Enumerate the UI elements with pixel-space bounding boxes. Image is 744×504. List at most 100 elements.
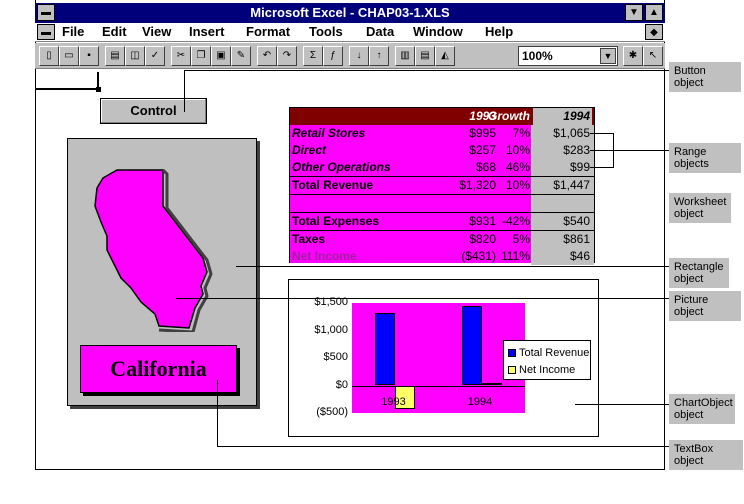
table-header-row: 1993 Growth 1994 <box>290 108 594 125</box>
table-row[interactable]: Direct $257 10% $283 <box>290 142 594 159</box>
fill-handle[interactable] <box>96 87 101 92</box>
callout-line <box>236 266 669 267</box>
callout-line <box>590 133 614 134</box>
table-row[interactable]: Total Revenue $1,320 10% $1,447 <box>290 177 594 194</box>
copy-icon[interactable]: ❐ <box>191 46 211 66</box>
callout-worksheet-object: Worksheet object <box>669 193 731 223</box>
zoom-dropdown-icon[interactable]: ▼ <box>600 48 616 64</box>
cell-growth: 10% <box>505 178 530 192</box>
menu-format[interactable]: Format <box>246 24 290 39</box>
menu-edit[interactable]: Edit <box>102 24 127 39</box>
restore-icon[interactable]: ◆ <box>645 24 663 40</box>
cell-1993: $257 <box>469 143 496 157</box>
print-preview-icon[interactable]: ◫ <box>125 46 145 66</box>
row-label: Total Expenses <box>292 214 380 228</box>
row-label: Net Income <box>292 249 357 263</box>
print-icon[interactable]: ▤ <box>105 46 125 66</box>
callout-line <box>217 446 669 447</box>
minimize-icon[interactable]: ▼ <box>625 4 643 21</box>
callout-line <box>590 150 614 151</box>
open-icon[interactable]: ▭ <box>59 46 79 66</box>
callout-chartobject-object: ChartObject object <box>669 394 735 424</box>
legend-label: Net Income <box>519 364 576 376</box>
drawing-icon[interactable]: ◭ <box>435 46 455 66</box>
cut-icon[interactable]: ✂ <box>171 46 191 66</box>
cell-1993: $995 <box>469 126 496 140</box>
sort-ascending-icon[interactable]: ↓ <box>349 46 369 66</box>
callout-button-object: Button object <box>669 62 741 92</box>
callout-line <box>184 70 185 112</box>
function-wizard-icon[interactable]: ƒ <box>323 46 343 66</box>
plot-area <box>352 303 525 413</box>
zero-line <box>352 385 525 387</box>
bar-total-revenue-1994 <box>461 305 482 386</box>
undo-icon[interactable]: ↶ <box>257 46 277 66</box>
new-icon[interactable]: ▯ <box>39 46 59 66</box>
spelling-icon[interactable]: ✓ <box>145 46 165 66</box>
save-icon[interactable]: ▪ <box>79 46 99 66</box>
menu-file[interactable]: File <box>62 24 84 39</box>
chart-object[interactable]: Total Revenue Net Income $1,500 $1,000 $50… <box>288 279 599 437</box>
help-pointer-icon[interactable]: ↖ <box>643 46 663 66</box>
callout-picture-object: Picture object <box>669 291 741 321</box>
cell-1993: $820 <box>469 232 496 246</box>
menu-help[interactable]: Help <box>485 24 513 39</box>
menu-window[interactable]: Window <box>413 24 463 39</box>
menu-tools[interactable]: Tools <box>309 24 343 39</box>
california-textbox[interactable]: California <box>80 345 237 393</box>
row-label: Taxes <box>292 232 326 246</box>
cell-1993: $931 <box>469 214 496 228</box>
table-row[interactable] <box>290 195 594 212</box>
control-button[interactable]: Control <box>100 98 207 124</box>
cell-1994: $283 <box>563 143 590 157</box>
table-row[interactable]: Retail Stores $995 7% $1,065 <box>290 125 594 142</box>
chart-wizard-icon[interactable]: ▥ <box>395 46 415 66</box>
legend-item: Net Income <box>508 364 575 376</box>
callout-line <box>217 380 218 446</box>
y-tick-label: $1,000 <box>314 323 348 336</box>
callout-line <box>575 404 669 405</box>
bar-total-revenue-1993 <box>375 312 396 386</box>
legend-item: Total Revenue <box>508 347 589 359</box>
tipwizard-icon[interactable]: ✱ <box>623 46 643 66</box>
menu-insert[interactable]: Insert <box>189 24 224 39</box>
format-painter-icon[interactable]: ✎ <box>231 46 251 66</box>
california-picture[interactable] <box>85 162 215 332</box>
x-tick-label: 1994 <box>467 395 493 408</box>
callout-line <box>613 150 669 151</box>
cell-1993: $68 <box>475 160 496 174</box>
redo-icon[interactable]: ↷ <box>277 46 297 66</box>
title-bar[interactable]: ▬ Microsoft Excel - CHAP03-1.XLS ▼ ▲ <box>35 3 665 23</box>
menu-data[interactable]: Data <box>366 24 394 39</box>
paste-icon[interactable]: ▣ <box>211 46 231 66</box>
cell-1993: $1,320 <box>459 178 496 192</box>
cell-growth: 7% <box>512 126 530 140</box>
autosum-icon[interactable]: Σ <box>303 46 323 66</box>
row-label: Retail Stores <box>292 126 366 140</box>
cell-1994: $861 <box>563 232 590 246</box>
row-label: Other Operations <box>292 160 391 174</box>
sort-descending-icon[interactable]: ↑ <box>369 46 389 66</box>
legend-label: Total Revenue <box>519 347 590 359</box>
table-row[interactable]: Net Income ($431) 111% $46 <box>290 248 594 265</box>
cell-1994: $99 <box>569 160 590 174</box>
table-row[interactable]: Taxes $820 5% $861 <box>290 231 594 248</box>
chart-legend: Total Revenue Net Income <box>503 340 591 380</box>
header-growth: Growth <box>488 109 530 123</box>
text-box-icon[interactable]: ▤ <box>415 46 435 66</box>
cell-1994: $540 <box>563 214 590 228</box>
table-row[interactable]: Total Expenses $931 -42% $540 <box>290 213 594 230</box>
cell-growth: 111% <box>501 249 530 263</box>
cell-growth: 5% <box>512 232 530 246</box>
callout-line <box>184 70 669 71</box>
active-cell[interactable] <box>35 72 99 90</box>
menu-view[interactable]: View <box>142 24 171 39</box>
x-tick-label: 1993 <box>381 395 406 408</box>
range-table: 1993 Growth 1994 Retail Stores $995 7% $… <box>289 107 595 265</box>
y-tick-label: $500 <box>323 351 348 363</box>
maximize-icon[interactable]: ▲ <box>645 4 663 21</box>
legend-swatch <box>508 349 516 357</box>
cell-growth: 46% <box>505 160 530 174</box>
table-row[interactable]: Other Operations $68 46% $99 <box>290 159 594 176</box>
document-menu-icon[interactable]: ▬ <box>37 24 55 40</box>
